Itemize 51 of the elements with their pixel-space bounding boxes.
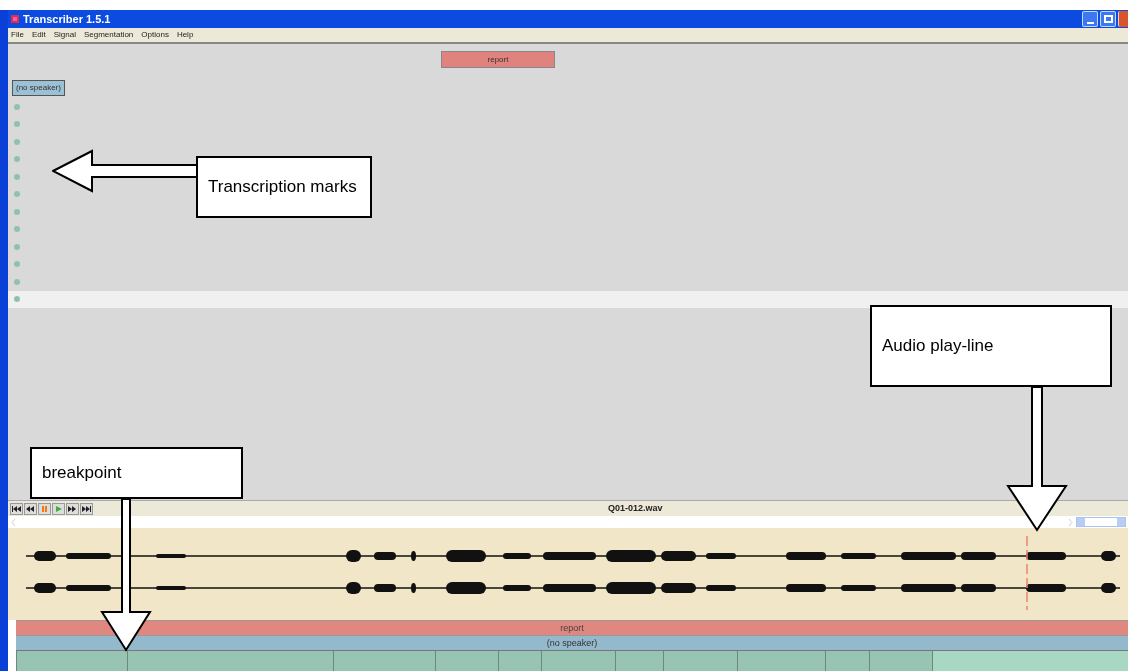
segment-block[interactable] [127, 651, 333, 671]
segment-block[interactable] [932, 651, 1128, 671]
segment-mark-icon[interactable] [14, 261, 20, 268]
segment-block[interactable] [825, 651, 869, 671]
segment-block[interactable] [333, 651, 435, 671]
section-track[interactable]: report [16, 620, 1128, 635]
close-button[interactable] [1118, 11, 1128, 27]
menu-item[interactable]: Options [141, 29, 169, 41]
section-button[interactable]: report [441, 51, 555, 68]
segment-mark-icon[interactable] [14, 243, 20, 250]
segment-block[interactable] [498, 651, 541, 671]
segment-block[interactable] [737, 651, 825, 671]
minimize-button[interactable] [1082, 11, 1098, 27]
callout-label: breakpoint [30, 447, 243, 499]
segment-mark-icon[interactable] [14, 191, 20, 198]
segment-block[interactable] [869, 651, 932, 671]
segment-mark-icon[interactable] [14, 173, 20, 180]
menu-item[interactable]: Signal [53, 29, 76, 41]
menu-item[interactable]: Segmentation [83, 29, 134, 41]
window-title: Transcriber 1.5.1 [23, 11, 111, 27]
segment-block[interactable] [663, 651, 737, 671]
scroll-right-icon[interactable] [1066, 517, 1074, 527]
menu-item[interactable]: Help [176, 29, 194, 41]
segment-mark-icon[interactable] [14, 296, 20, 303]
segment-block[interactable] [541, 651, 615, 671]
segment-block[interactable] [16, 651, 127, 671]
segment-mark-icon[interactable] [14, 208, 20, 215]
maximize-button[interactable] [1100, 11, 1116, 27]
skip-back-icon[interactable] [10, 502, 23, 515]
segment-mark-icon[interactable] [14, 121, 20, 128]
callout-label: Transcription marks [196, 156, 372, 218]
menu-item[interactable]: File [11, 29, 24, 41]
segment-mark-icon[interactable] [14, 156, 20, 163]
callout-label: Audio play-line [870, 305, 1112, 387]
segment-mark-icon[interactable] [14, 278, 20, 285]
segment-block[interactable] [435, 651, 498, 671]
rewind-icon[interactable] [24, 502, 37, 515]
fast-forward-icon[interactable] [66, 502, 79, 515]
skip-forward-icon[interactable] [80, 502, 93, 515]
segment-block[interactable] [615, 651, 663, 671]
segment-mark-icon[interactable] [14, 138, 20, 145]
speaker-button[interactable]: (no speaker) [12, 80, 65, 96]
segment-mark-icon[interactable] [14, 226, 20, 233]
zoom-scrollbar[interactable] [1076, 517, 1126, 527]
audio-filename: Q01-012.wav [608, 502, 663, 515]
scroll-left-icon[interactable] [10, 517, 18, 527]
segment-mark-icon[interactable] [14, 103, 20, 110]
speaker-track[interactable]: (no speaker) [16, 635, 1128, 650]
menu-item[interactable]: Edit [31, 29, 46, 41]
selected-row[interactable] [8, 290, 1128, 308]
app-icon [10, 14, 20, 24]
